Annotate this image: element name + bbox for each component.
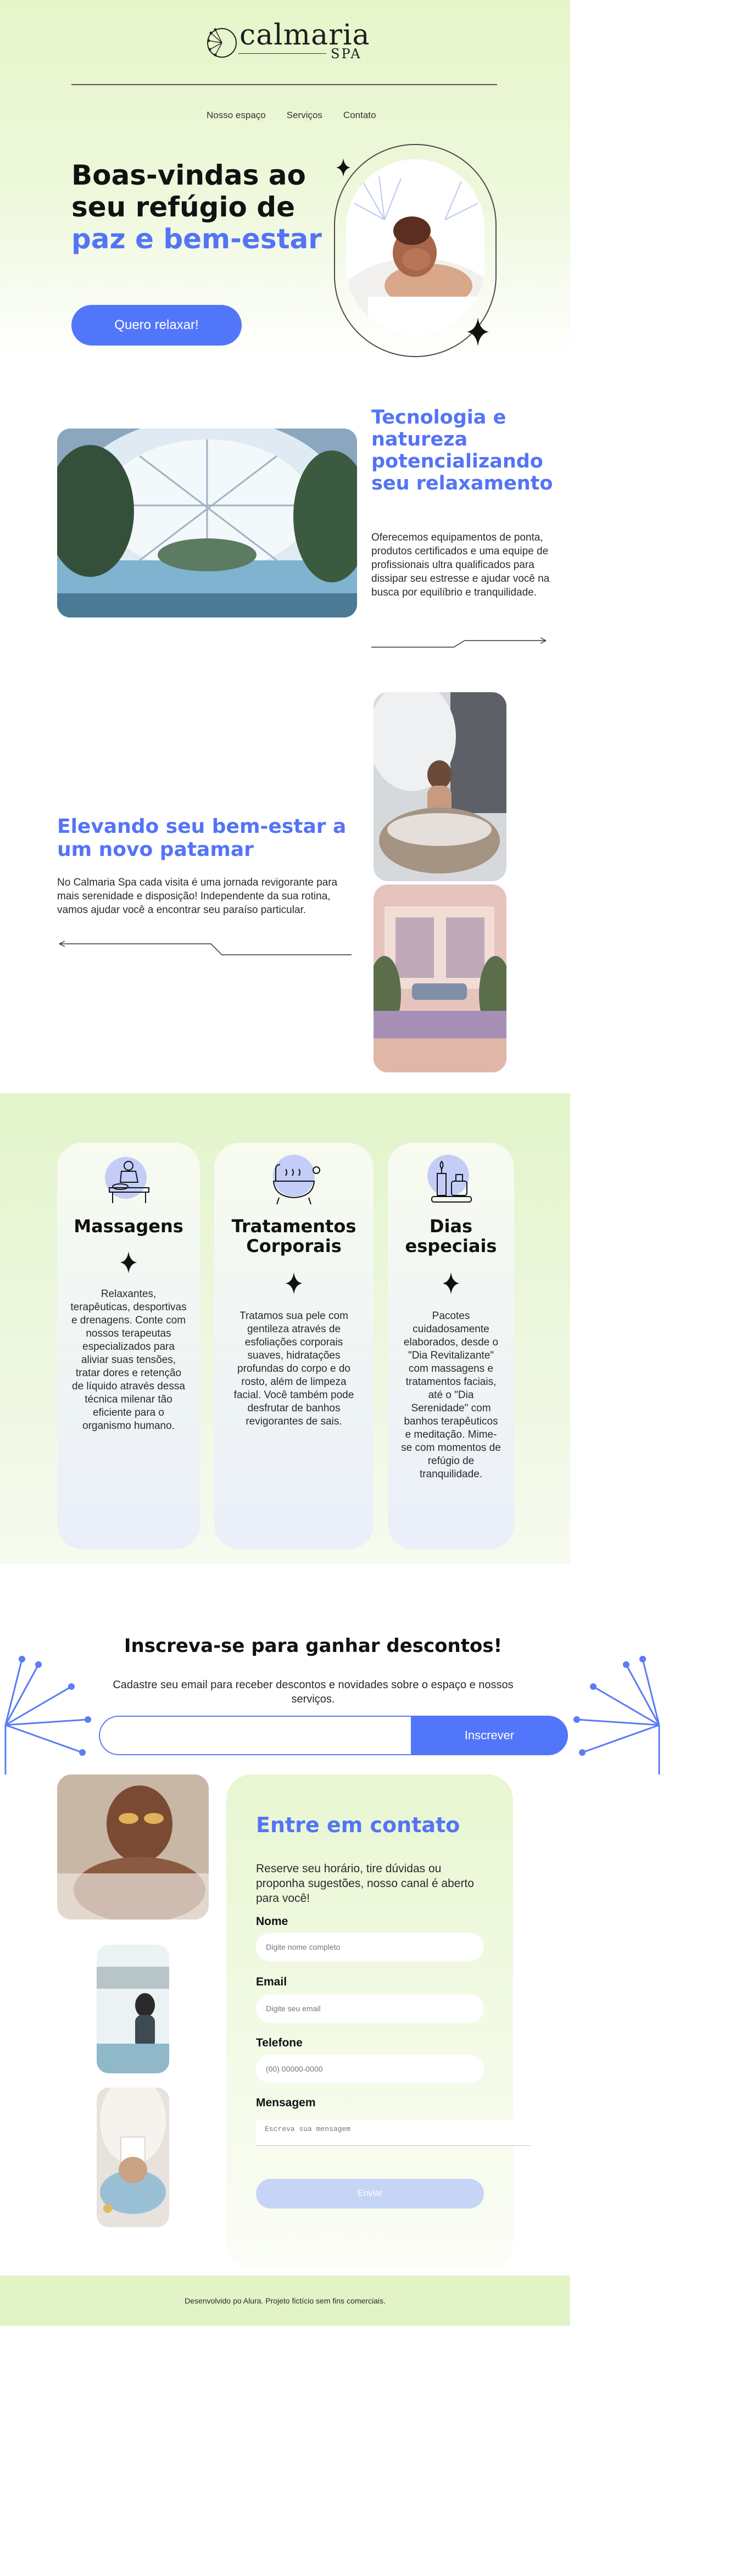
hero-title-text: Boas-vindas ao seu refúgio de xyxy=(71,159,306,223)
decorative-line xyxy=(59,941,352,955)
tech-description: Oferecemos equipamentos de ponta, produt… xyxy=(371,532,550,598)
reading-image xyxy=(97,2088,169,2227)
send-button[interactable]: Enviar xyxy=(256,2179,484,2208)
service-title: Massagens xyxy=(74,1216,183,1237)
elevate-description: No Calmaria Spa cada visita é uma jornad… xyxy=(57,877,338,916)
subscribe-title: Inscreva-se para ganhar descontos! xyxy=(124,1635,503,1657)
footer: Desenvolvido po Alura. Projeto fictício … xyxy=(0,2275,570,2326)
service-card-body: Tratamentos Corporais Tratamos sua pele … xyxy=(214,1143,374,1549)
email-label: Email xyxy=(256,1976,287,1988)
header-divider xyxy=(71,84,497,85)
phone-field[interactable] xyxy=(256,2055,484,2083)
service-title: Dias especiais xyxy=(405,1216,497,1256)
contact-description: Reserve seu horário, tire dúvidas ou pro… xyxy=(256,1862,474,1905)
logo-subtitle: SPA xyxy=(331,46,362,62)
pool-image xyxy=(57,429,357,617)
sparkle-icon xyxy=(467,318,489,346)
nav-link-contact[interactable]: Contato xyxy=(343,110,376,121)
nav-link-services[interactable]: Serviços xyxy=(287,110,322,121)
hero-image xyxy=(346,159,484,335)
subscribe-form: Inscrever xyxy=(99,1716,568,1755)
nav-link-space[interactable]: Nosso espaço xyxy=(207,110,266,121)
service-description: Relaxantes, terapêuticas, desportivas e … xyxy=(70,1288,187,1432)
subscribe-description: Cadastre seu email para receber desconto… xyxy=(113,1679,514,1705)
logo-emblem-icon xyxy=(207,28,237,58)
name-label: Nome xyxy=(256,1915,288,1928)
message-label: Mensagem xyxy=(256,2096,316,2109)
contact-title: Entre em contato xyxy=(256,1813,460,1837)
bathtub-icon xyxy=(272,1155,320,1205)
candles-icon xyxy=(427,1155,472,1203)
decorative-line xyxy=(371,637,547,648)
main-nav: Nosso espaço Serviços Contato xyxy=(207,110,376,121)
service-description: Tratamos sua pele com gentileza através … xyxy=(233,1310,354,1427)
dandelion-left-icon xyxy=(4,1656,91,1774)
indoor-pool-image xyxy=(374,884,506,1072)
page: calmaria SPA Nosso espaço Serviços Conta… xyxy=(0,0,741,2576)
subscribe-button[interactable]: Inscrever xyxy=(411,1716,568,1755)
message-field[interactable] xyxy=(256,2119,531,2146)
lake-image xyxy=(97,1945,169,2073)
sparkle-icon xyxy=(285,1272,303,1294)
subscribe-email-input[interactable] xyxy=(99,1716,411,1755)
face-mask-image xyxy=(57,1774,209,1920)
service-card-massage: Massagens Relaxantes, terapêuticas, desp… xyxy=(57,1143,200,1549)
service-description: Pacotes cuidadosamente elaborados, desde… xyxy=(401,1310,501,1480)
bath-image xyxy=(374,692,506,881)
footer-text: Desenvolvido po Alura. Projeto fictício … xyxy=(185,2296,386,2305)
service-card-special-days: Dias especiais Pacotes cuidadosamente el… xyxy=(388,1143,514,1549)
tech-title: Tecnologia e natureza potencializando se… xyxy=(371,407,553,494)
phone-label: Telefone xyxy=(256,2037,303,2049)
service-title: Tratamentos Corporais xyxy=(231,1216,356,1256)
hero-section: calmaria SPA Nosso espaço Serviços Conta… xyxy=(0,0,570,363)
name-field[interactable] xyxy=(256,1933,484,1961)
logo[interactable]: calmaria SPA xyxy=(203,19,370,69)
email-field[interactable] xyxy=(256,1994,484,2023)
sparkle-icon xyxy=(336,158,350,177)
dandelion-right-icon xyxy=(573,1656,660,1774)
relax-button[interactable]: Quero relaxar! xyxy=(71,305,242,346)
logo-line xyxy=(238,53,326,54)
elevate-title: Elevando seu bem-estar a um novo patamar xyxy=(57,815,347,861)
sparkle-icon xyxy=(442,1272,460,1294)
hero-title: Boas-vindas ao seu refúgio de paz e bem-… xyxy=(71,159,324,255)
sparkle-icon xyxy=(120,1251,137,1273)
hero-title-highlight: paz e bem-estar xyxy=(71,223,322,255)
massage-icon xyxy=(105,1157,149,1203)
